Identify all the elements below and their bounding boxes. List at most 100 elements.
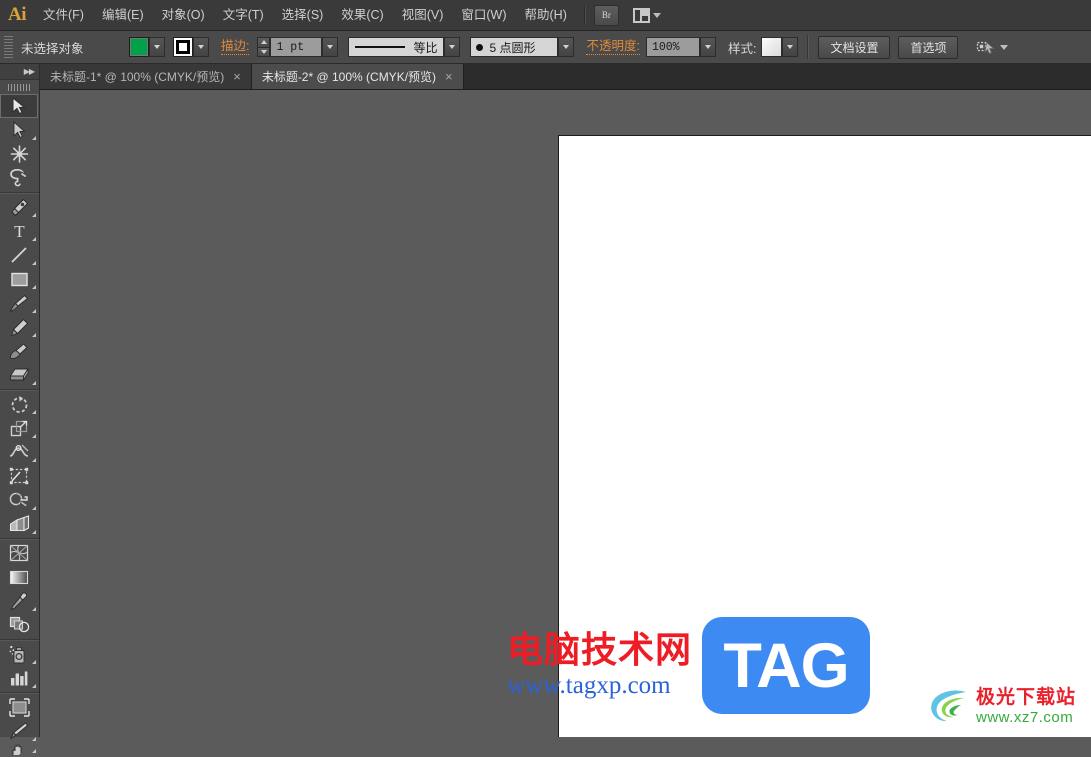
opacity-input[interactable]: 100% [645,37,700,57]
scale-tool[interactable] [0,416,38,440]
chevron-down-icon [327,45,334,49]
tools-panel: ▶▶ T [0,64,40,755]
tool-more-indicator-icon [32,285,36,289]
tool-more-indicator-icon [32,237,36,241]
selection-tool[interactable] [0,94,38,118]
chevron-down-icon [198,45,204,49]
tool-more-indicator-icon [32,333,36,337]
tools-panel-header[interactable]: ▶▶ [0,64,39,80]
watermark-tagxp-text: 电脑技术网 www.tagxp.com [507,631,692,699]
menu-window[interactable]: 窗口(W) [452,0,515,31]
lasso-tool[interactable] [0,166,38,190]
stroke-profile-dropdown[interactable] [444,37,461,57]
stroke-weight-input[interactable]: 1 pt [270,37,323,57]
fill-color-swatch[interactable] [129,37,149,57]
document-tab-title: 未标题-1* @ 100% (CMYK/预览) [50,70,225,84]
stroke-profile-label: 等比 [413,40,438,55]
bridge-button[interactable]: Br [593,4,619,26]
double-chevron-right-icon[interactable]: ▶▶ [24,67,35,76]
menu-edit[interactable]: 编辑(E) [93,0,153,31]
control-bar-divider [807,35,810,59]
hand-tool[interactable] [0,743,38,755]
tool-more-indicator-icon [32,136,36,140]
stepper-up-icon[interactable] [258,38,270,48]
stroke-swatch-icon [176,40,190,54]
tool-group-symbols [0,642,39,693]
paintbrush-tool[interactable] [0,291,38,315]
document-tab-bar: 未标题-1* @ 100% (CMYK/预览) × 未标题-2* @ 100% … [40,64,1091,90]
pencil-tool[interactable] [0,315,38,339]
menu-help[interactable]: 帮助(H) [516,0,576,31]
style-label: 样式: [727,41,757,56]
mesh-tool[interactable] [0,541,38,565]
watermark-tagxp: 电脑技术网 www.tagxp.com TAG [507,617,871,714]
eraser-tool[interactable] [0,363,38,387]
opacity-dropdown[interactable] [699,37,716,57]
menu-type[interactable]: 文字(T) [214,0,273,31]
blob-brush-tool[interactable] [0,339,38,363]
shape-builder-tool[interactable] [0,488,38,512]
symbol-sprayer-tool[interactable] [0,642,38,666]
slice-tool[interactable] [0,719,38,743]
menu-effect[interactable]: 效果(C) [332,0,392,31]
document-tab-1[interactable]: 未标题-1* @ 100% (CMYK/预览) × [40,64,252,89]
graphic-style-swatch[interactable] [761,37,783,57]
line-segment-tool[interactable] [0,243,38,267]
stroke-profile-preview-icon [355,46,406,48]
stroke-label[interactable]: 描边: [221,39,250,55]
stroke-color-swatch[interactable] [173,37,193,57]
rectangle-tool[interactable] [0,267,38,291]
perspective-grid-tool[interactable] [0,512,38,536]
chevron-down-icon [563,45,570,49]
menubar-divider [583,6,586,24]
brush-definition-select[interactable]: 5 点圆形 [470,37,559,57]
workspace-switcher[interactable] [632,7,661,23]
tool-more-indicator-icon [32,660,36,664]
menu-bar: Ai 文件(F) 编辑(E) 对象(O) 文字(T) 选择(S) 效果(C) 视… [0,0,1091,31]
align-to-pixel-grid-icon[interactable] [976,39,996,55]
free-transform-tool[interactable] [0,464,38,488]
document-setup-button[interactable]: 文档设置 [818,35,891,59]
tool-group-selection [0,94,39,193]
magic-wand-tool[interactable] [0,142,38,166]
menu-file[interactable]: 文件(F) [34,0,93,31]
close-icon[interactable]: × [443,70,455,83]
width-tool[interactable] [0,440,38,464]
gradient-tool[interactable] [0,565,38,589]
fill-color-dropdown[interactable] [149,37,165,57]
menu-view[interactable]: 视图(V) [393,0,453,31]
chevron-down-icon [652,12,661,18]
rotate-tool[interactable] [0,392,38,416]
tool-more-indicator-icon [32,213,36,217]
stroke-profile-select[interactable]: 等比 [348,37,445,57]
artboard-tool[interactable] [0,695,38,719]
eyedropper-tool[interactable] [0,589,38,613]
stepper-down-icon[interactable] [258,47,270,56]
column-graph-tool[interactable] [0,666,38,690]
app-logo-icon: Ai [8,4,27,25]
stroke-weight-dropdown[interactable] [322,37,339,57]
brush-definition-dropdown[interactable] [558,37,575,57]
tool-more-indicator-icon [32,684,36,688]
stroke-weight-stepper[interactable] [257,37,271,57]
control-bar-grip[interactable] [4,36,13,58]
graphic-style-dropdown[interactable] [782,37,799,57]
preferences-button[interactable]: 首选项 [898,35,959,59]
close-icon[interactable]: × [231,70,243,83]
blend-tool[interactable] [0,613,38,637]
watermark-xz7-logo-icon [928,686,970,726]
tool-more-indicator-icon [32,309,36,313]
tool-more-indicator-icon [32,458,36,462]
type-tool[interactable]: T [0,219,38,243]
tool-more-indicator-icon [32,506,36,510]
direct-selection-tool[interactable] [0,118,38,142]
menu-object[interactable]: 对象(O) [153,0,214,31]
tools-panel-grip[interactable] [0,80,39,94]
tool-more-indicator-icon [32,530,36,534]
pen-tool[interactable] [0,195,38,219]
stroke-color-dropdown[interactable] [193,37,209,57]
align-options-chevron-down-icon[interactable] [1000,44,1009,50]
document-tab-2[interactable]: 未标题-2* @ 100% (CMYK/预览) × [251,64,464,89]
menu-select[interactable]: 选择(S) [273,0,333,31]
opacity-label[interactable]: 不透明度: [586,39,640,55]
